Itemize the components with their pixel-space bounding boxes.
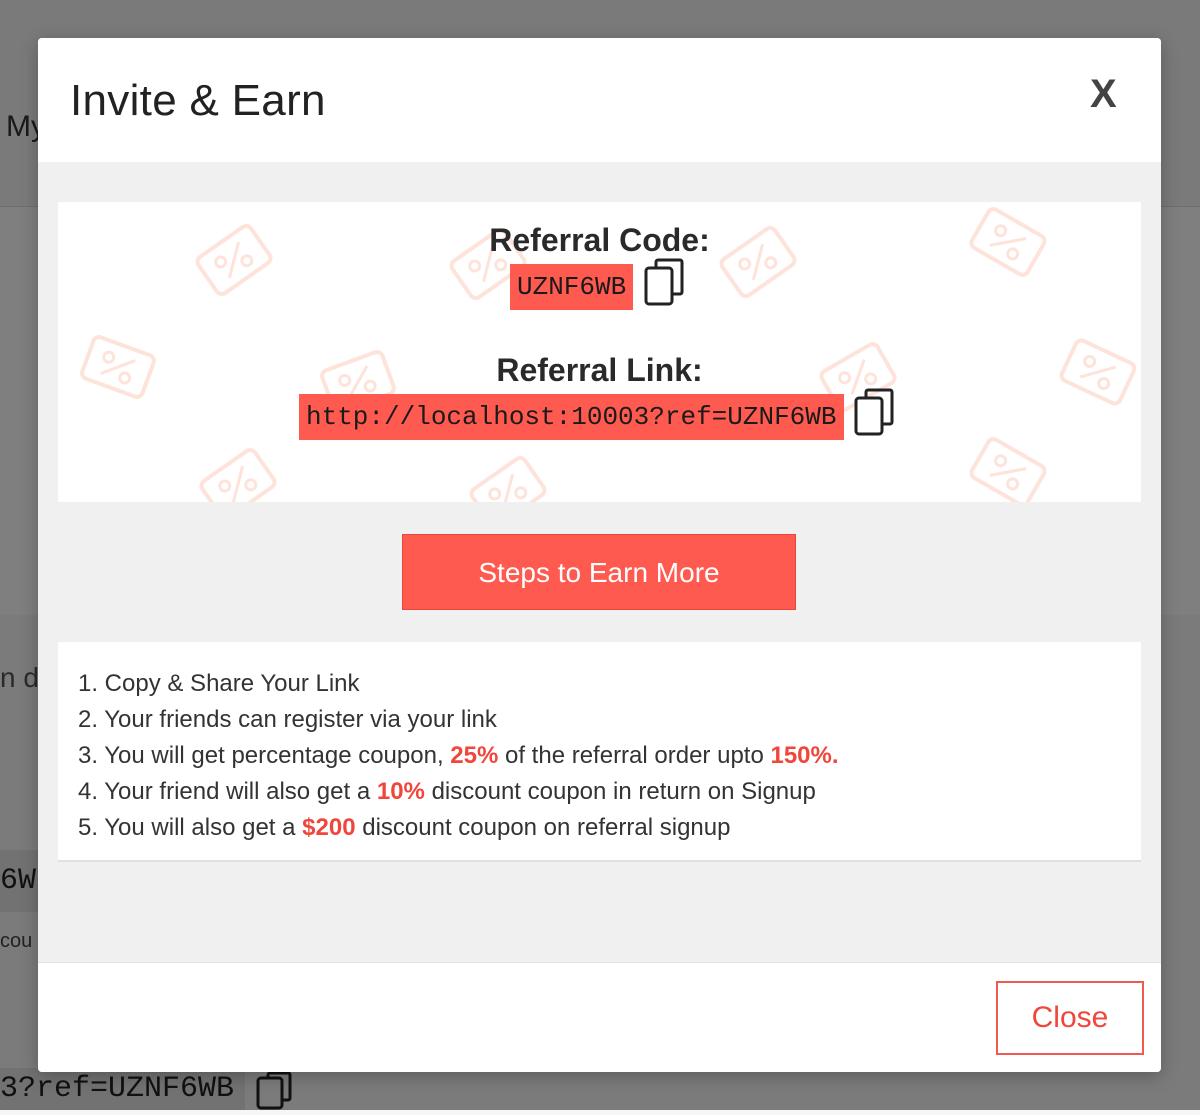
invite-earn-modal: Invite & Earn X Referral Code: UZNF6WB R… <box>38 38 1161 1072</box>
highlight-amount: $200 <box>302 814 356 841</box>
steps-to-earn-more-button[interactable]: Steps to Earn More <box>402 534 796 610</box>
modal-title: Invite & Earn <box>70 76 326 125</box>
modal-footer: Close <box>38 962 1161 1072</box>
step-item: 3. You will get percentage coupon, 25% o… <box>78 742 839 769</box>
referral-link-label: Referral Link: <box>496 352 703 388</box>
step-item: 4. Your friend will also get a 10% disco… <box>78 778 816 805</box>
referral-code-value[interactable]: UZNF6WB <box>510 264 634 310</box>
highlight-percent: 25% <box>450 742 499 769</box>
referral-link-value[interactable]: http://localhost:10003?ref=UZNF6WB <box>299 394 844 440</box>
close-x-button[interactable]: X <box>1090 72 1117 117</box>
referral-card: Referral Code: UZNF6WB Referral Link: ht… <box>58 202 1141 502</box>
copy-code-icon[interactable] <box>644 258 684 308</box>
close-button[interactable]: Close <box>996 981 1144 1055</box>
step-item: 2. Your friends can register via your li… <box>78 706 497 733</box>
step-item: 5. You will also get a $200 discount cou… <box>78 814 731 841</box>
modal-body: Referral Code: UZNF6WB Referral Link: ht… <box>38 162 1161 962</box>
referral-code-label: Referral Code: <box>489 222 710 258</box>
highlight-cap: 150%. <box>770 742 839 769</box>
steps-list: 1. Copy & Share Your Link 2. Your friend… <box>58 642 1141 862</box>
modal-header: Invite & Earn X <box>38 38 1161 162</box>
highlight-percent: 10% <box>376 778 425 805</box>
copy-link-icon[interactable] <box>854 388 894 438</box>
step-item: 1. Copy & Share Your Link <box>78 670 360 697</box>
